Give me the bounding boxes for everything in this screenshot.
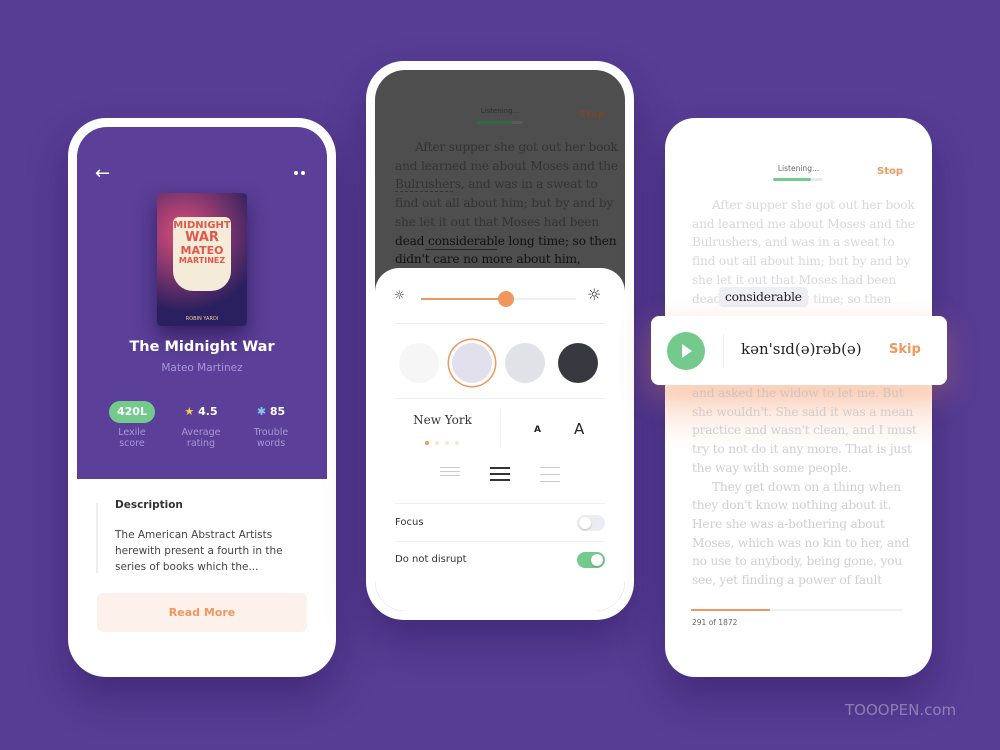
text-line: try to not do it any more. That is just [692, 442, 912, 457]
word-underline [395, 191, 453, 192]
text-line: Moses, which was no kin to her, and [692, 535, 910, 550]
cover-author-2: MARTINEZ [178, 256, 226, 265]
book-header: ← MIDNIGHT WAR MATEO MARTINEZ ROBIN YARD… [77, 127, 327, 479]
text-line: see, yet finding a power of fault [692, 573, 882, 587]
focus-label: Focus [395, 517, 424, 528]
book-author: Mateo Martinez [161, 362, 243, 374]
do-not-disrupt-label: Do not disrupt [395, 554, 467, 565]
stat-label: rating [186, 438, 216, 449]
font-selector[interactable]: New York [395, 413, 490, 427]
stop-button[interactable]: Stop [877, 166, 903, 177]
stat-label: Lexile [118, 427, 146, 438]
text-line: and asked the widow to let me. But [692, 386, 904, 400]
line-spacing-normal-button[interactable] [490, 467, 510, 483]
brightness-high-icon: ☼ [587, 285, 602, 304]
text-line: she wouldn't. She said it was a mean [692, 404, 914, 419]
watermark: TOOOPEN.com [845, 701, 957, 719]
cover-illustrator: ROBIN YARDI [185, 316, 219, 322]
slider-knob[interactable] [498, 291, 515, 307]
listening-progress [477, 121, 523, 124]
more-dots-icon[interactable] [294, 171, 306, 176]
text-line: no use to anybody, being gone, you [692, 554, 902, 569]
text-line: they don't know nothing about it. [692, 498, 892, 513]
stat-label: words [256, 438, 286, 449]
theme-swatch[interactable] [558, 343, 598, 383]
increase-font-button[interactable]: A [574, 420, 584, 438]
stop-button[interactable]: Stop [579, 109, 605, 120]
listening-progress [773, 178, 823, 181]
description-divider [96, 503, 98, 573]
stat-label: score [119, 438, 145, 449]
stat-label: Trouble [253, 427, 289, 438]
play-icon [682, 344, 692, 358]
theme-swatch[interactable] [505, 343, 545, 383]
font-page-dot[interactable] [455, 441, 459, 445]
lexile-badge: 420L [109, 401, 155, 423]
asterisk-icon: ✱ [256, 405, 267, 418]
trouble-value: 85 [269, 405, 286, 418]
stat-rating: ★ 4.5 Average rating [166, 401, 236, 449]
reading-progress [691, 609, 903, 611]
highlighted-word[interactable]: considerable [719, 287, 808, 307]
read-more-button[interactable]: Read More [97, 593, 307, 632]
book-cover[interactable]: MIDNIGHT WAR MATEO MARTINEZ ROBIN YARDI [157, 193, 247, 326]
theme-swatch[interactable] [452, 343, 492, 383]
settings-sheet: ☼ ☼ New York A A Focus Do not disrupt [375, 268, 625, 611]
stat-label: Average [181, 427, 221, 438]
word-underline [425, 249, 497, 250]
description-heading: Description [115, 499, 183, 511]
line-spacing-wide-button[interactable] [540, 467, 560, 483]
star-icon: ★ [184, 405, 195, 418]
brightness-slider[interactable] [421, 291, 576, 307]
book-details-phone: ← MIDNIGHT WAR MATEO MARTINEZ ROBIN YARD… [68, 118, 336, 677]
phonetic-transcription: kən'sɪd(ə)rəb(ə) [741, 340, 862, 358]
skip-button[interactable]: Skip [889, 342, 921, 357]
text-line: practice and wasn't clean, and I must [692, 423, 917, 438]
play-button[interactable] [667, 332, 705, 370]
description-text: The American Abstract Artists herewith pr… [115, 529, 283, 573]
cover-title-2: WAR [185, 230, 219, 245]
text-line: Here she was a-bothering about [692, 516, 885, 531]
font-page-dot[interactable] [425, 441, 429, 445]
page-indicator: 291 of 1872 [692, 618, 738, 627]
focus-toggle[interactable] [577, 515, 605, 531]
line-spacing-compact-button[interactable] [440, 467, 460, 483]
book-title: The Midnight War [129, 339, 275, 355]
text-line: They get down on a thing when [712, 479, 901, 494]
font-page-dot[interactable] [445, 441, 449, 445]
decrease-font-button[interactable]: A [534, 425, 541, 435]
stat-lexile: 420L Lexile score [97, 401, 167, 449]
stat-trouble-words: ✱ 85 Trouble words [236, 401, 306, 449]
cover-author: MATEO [180, 244, 224, 257]
arrow-left-icon[interactable]: ← [95, 163, 110, 184]
font-page-dot[interactable] [435, 441, 439, 445]
do-not-disrupt-toggle[interactable] [577, 552, 605, 568]
text-line: the way with some people. [692, 460, 852, 475]
reader-settings-phone: Listening... Stop After supper she got o… [366, 61, 634, 620]
pronunciation-popup: kən'sɪd(ə)rəb(ə) Skip [651, 316, 947, 385]
rating-value: 4.5 [198, 405, 218, 418]
pronunciation-phone: Listening... Stop After supper she got o… [665, 118, 932, 677]
theme-swatch[interactable] [399, 343, 439, 383]
brightness-low-icon: ☼ [394, 288, 405, 302]
